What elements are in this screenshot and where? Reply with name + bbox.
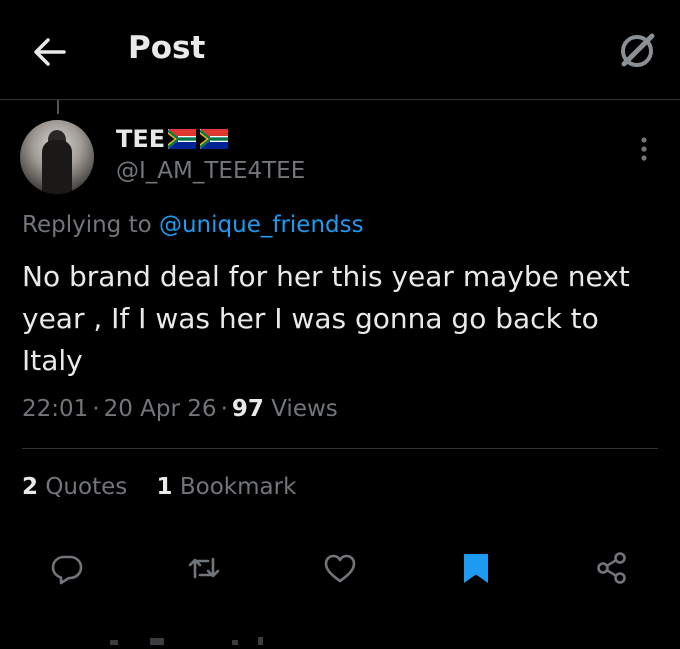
replying-mention-link[interactable]: @unique_friendss	[159, 212, 364, 238]
share-icon[interactable]	[594, 550, 630, 586]
south-africa-flag-icon	[168, 129, 196, 149]
engagement-stats: 2 Quotes 1 Bookmark	[22, 474, 318, 500]
meta-divider	[22, 448, 658, 449]
header-divider	[0, 99, 680, 100]
grok-icon[interactable]	[614, 28, 660, 74]
tweet-meta: 22:01 · 20 Apr 26 · 97 Views	[22, 396, 338, 422]
tweet-date[interactable]: 20 Apr 26	[104, 396, 217, 422]
replying-to-line: Replying to @unique_friendss	[22, 212, 364, 238]
user-handle[interactable]: @I_AM_TEE4TEE	[116, 158, 305, 184]
next-content-cutoff	[0, 628, 680, 645]
tweet-time[interactable]: 22:01	[22, 396, 88, 422]
thread-connector	[57, 100, 59, 114]
top-bar: Post	[0, 0, 680, 100]
bookmarks-link[interactable]: 1 Bookmark	[157, 474, 297, 500]
quotes-link[interactable]: 2 Quotes	[22, 474, 127, 500]
tweet-text: No brand deal for her this year maybe ne…	[22, 260, 630, 377]
bookmark-icon[interactable]	[458, 550, 494, 586]
back-arrow-icon[interactable]	[30, 32, 70, 72]
replying-prefix: Replying to	[22, 212, 152, 238]
more-options-icon[interactable]	[630, 134, 658, 164]
display-name[interactable]: TEE	[116, 125, 165, 153]
reply-icon[interactable]	[49, 550, 85, 586]
like-icon[interactable]	[322, 550, 358, 586]
views-count: 97	[231, 396, 264, 422]
views-label: Views	[271, 396, 338, 422]
avatar[interactable]	[20, 120, 94, 194]
page-title: Post	[128, 30, 206, 66]
retweet-icon[interactable]	[186, 550, 222, 586]
south-africa-flag-icon	[200, 129, 228, 149]
